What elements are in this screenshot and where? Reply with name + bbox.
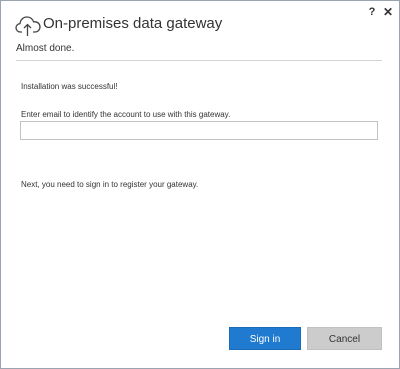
- sign-in-button[interactable]: Sign in: [229, 327, 301, 350]
- email-field[interactable]: [20, 121, 378, 140]
- installer-window: On-premises data gateway ? ✕ Almost done…: [0, 0, 400, 369]
- cancel-button[interactable]: Cancel: [307, 327, 382, 350]
- window-title: On-premises data gateway: [43, 15, 223, 32]
- page-subtitle: Almost done.: [16, 43, 75, 54]
- installation-status-text: Installation was successful!: [21, 82, 118, 91]
- help-button[interactable]: ?: [365, 4, 379, 20]
- header-divider: [16, 60, 382, 61]
- close-button[interactable]: ✕: [381, 4, 395, 20]
- email-field-label: Enter email to identify the account to u…: [21, 110, 231, 119]
- next-step-text: Next, you need to sign in to register yo…: [21, 180, 199, 189]
- cloud-upload-icon: [15, 16, 41, 36]
